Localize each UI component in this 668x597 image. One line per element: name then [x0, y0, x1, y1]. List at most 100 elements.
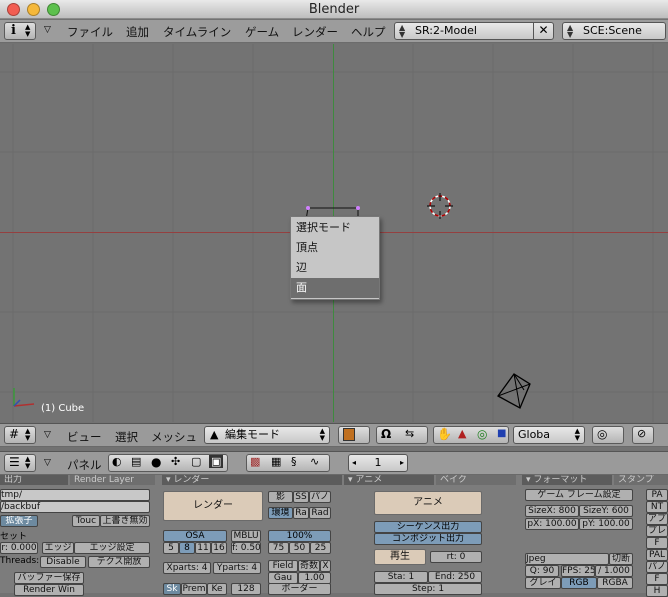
- percent-size-75[interactable]: 75: [268, 542, 289, 554]
- arrow-right-icon[interactable]: ▸: [400, 455, 404, 471]
- tab-render[interactable]: ▾ レンダー: [162, 475, 342, 485]
- envmap-toggle[interactable]: 環境: [268, 507, 293, 519]
- output-path-field[interactable]: tmp/: [0, 489, 150, 501]
- crop-toggle[interactable]: 切断: [609, 553, 633, 565]
- anim-button[interactable]: アニメ: [374, 491, 482, 515]
- aspect-x-field[interactable]: pX: 100.00: [525, 518, 579, 530]
- proportional-edit-button[interactable]: ◎: [592, 426, 624, 444]
- preset-pal[interactable]: PA: [646, 489, 668, 501]
- tab-output[interactable]: 出力: [0, 475, 68, 485]
- rgb-toggle[interactable]: RGB: [561, 577, 597, 589]
- edge-settings-button[interactable]: エッジ設定: [74, 542, 150, 554]
- scene-icon[interactable]: ▣: [209, 455, 224, 468]
- menu-game[interactable]: ゲーム: [245, 24, 279, 40]
- xparts-field[interactable]: Xparts: 4: [163, 562, 211, 574]
- view-lock-button[interactable]: ⊘: [632, 426, 654, 444]
- ray-toggle[interactable]: Ra: [293, 507, 309, 519]
- osa-5[interactable]: 5: [163, 542, 179, 554]
- script-icon[interactable]: ▤: [131, 455, 141, 468]
- rotate-icon[interactable]: ◎: [477, 427, 487, 441]
- game-frame-settings-button[interactable]: ゲーム フレーム設定: [525, 489, 633, 501]
- size-128-field[interactable]: 128: [231, 583, 261, 595]
- rt-field[interactable]: rt: 0: [430, 551, 482, 563]
- sss-toggle[interactable]: SS: [293, 491, 309, 503]
- osa-16[interactable]: 16: [211, 542, 227, 554]
- tab-anim[interactable]: ▾ アニメ: [344, 475, 434, 485]
- preset-f2[interactable]: F: [646, 573, 668, 585]
- aspect-y-field[interactable]: pY: 100.00: [579, 518, 633, 530]
- extensions-toggle[interactable]: 拡張子: [0, 515, 38, 527]
- preset-default[interactable]: アプ: [646, 513, 668, 525]
- translate-icon[interactable]: ▲: [458, 427, 466, 440]
- render-icon[interactable]: ▩: [250, 455, 260, 468]
- preset-ntsc[interactable]: NT: [646, 501, 668, 513]
- hand-icon[interactable]: ✋: [437, 427, 452, 441]
- percent-size-25[interactable]: 25: [310, 542, 331, 554]
- menu-view[interactable]: ビュー: [67, 429, 102, 445]
- field-toggle[interactable]: Field: [268, 560, 298, 572]
- save-buffers-button[interactable]: バッファー保存: [14, 572, 84, 584]
- size-x-field[interactable]: SizeX: 800: [525, 505, 579, 517]
- no-overwrite-toggle[interactable]: 上書き無効: [100, 515, 150, 527]
- tab-bake[interactable]: ベイク: [436, 475, 516, 485]
- step-field[interactable]: Step: 1: [374, 583, 482, 595]
- quality-field[interactable]: Q: 90: [525, 565, 559, 577]
- menu-mesh[interactable]: メッシュ: [151, 429, 197, 445]
- render-window-select[interactable]: Render Win: [14, 584, 84, 596]
- select-mode-vertex[interactable]: 頂点: [291, 238, 379, 258]
- edge-intensity-field[interactable]: r: 0.000: [0, 542, 38, 554]
- preset-pal169[interactable]: PAL: [646, 549, 668, 561]
- menu-add[interactable]: 追加: [126, 24, 149, 40]
- editing-icon[interactable]: ▢: [191, 455, 201, 468]
- file-format-select[interactable]: Jpeg: [525, 553, 609, 565]
- arrow-left-icon[interactable]: ◂: [352, 455, 356, 471]
- menu-timeline[interactable]: タイムライン: [163, 24, 231, 40]
- tab-stamp[interactable]: スタンプ: [614, 475, 668, 485]
- frame-number-field[interactable]: ◂ 1 ▸: [348, 454, 408, 472]
- scale-icon[interactable]: ■: [497, 428, 506, 439]
- scene-selector[interactable]: ▲ ▼ SCE:Scene: [562, 22, 666, 40]
- editor-type-button[interactable]: # ▲ ▼: [4, 426, 36, 444]
- menu-render[interactable]: レンダー: [292, 24, 338, 40]
- sky-toggle[interactable]: Sk: [163, 583, 181, 595]
- wave-icon[interactable]: ∿: [310, 455, 319, 468]
- context-buttons[interactable]: ◐ ▤ ● ✣ ▢ ▣: [108, 454, 228, 472]
- collapse-header-icon[interactable]: ▽: [44, 458, 51, 468]
- border-toggle[interactable]: ボーダー: [268, 583, 331, 595]
- camera-object-icon[interactable]: [494, 370, 538, 410]
- fps-field[interactable]: FPS: 25: [561, 565, 595, 577]
- shading-icon[interactable]: ●: [151, 455, 161, 469]
- preset-f1[interactable]: F: [646, 537, 668, 549]
- scene-subcontext-buttons[interactable]: ▩ ▦ § ∿: [246, 454, 330, 472]
- touch-toggle[interactable]: Touc: [72, 515, 100, 527]
- play-button[interactable]: 再生: [374, 549, 426, 565]
- select-mode-face[interactable]: 面: [291, 278, 379, 298]
- key-toggle[interactable]: Ke: [207, 583, 227, 595]
- pivot-button[interactable]: Ω ⇆: [376, 426, 428, 444]
- mode-selector[interactable]: ▲ 編集モード ▲ ▼: [204, 426, 330, 444]
- bw-toggle[interactable]: グレイ: [525, 577, 561, 589]
- render-button[interactable]: レンダー: [163, 491, 263, 521]
- anim-icon[interactable]: ▦: [271, 455, 281, 468]
- menu-help[interactable]: ヘルプ: [351, 24, 386, 40]
- blur-factor-field[interactable]: f: 0.50: [231, 542, 261, 554]
- screen-selector[interactable]: ▲ ▼ SR:2-Model ✕: [394, 22, 554, 40]
- backbuf-path-field[interactable]: /backbuf: [0, 501, 150, 513]
- menu-select[interactable]: 選択: [115, 429, 138, 445]
- preset-pano[interactable]: パノ: [646, 561, 668, 573]
- threads-disable-button[interactable]: Disable: [40, 556, 86, 568]
- close-icon[interactable]: ✕: [533, 22, 553, 40]
- edge-toggle[interactable]: エッジ: [42, 542, 74, 554]
- osa-8[interactable]: 8: [179, 542, 195, 554]
- draw-type-button[interactable]: [338, 426, 370, 444]
- orientation-selector[interactable]: Globa ▲ ▼: [513, 426, 585, 444]
- manipulator-group[interactable]: ✋ ▲ ◎ ■: [433, 426, 509, 444]
- odd-toggle[interactable]: 奇数: [298, 560, 320, 572]
- pano-toggle[interactable]: パノ: [309, 491, 331, 503]
- editor-type-button-2[interactable]: ☰ ▲ ▼: [4, 454, 36, 472]
- percent-size-100[interactable]: 100%: [268, 530, 331, 542]
- radiosity-toggle[interactable]: Rad: [309, 507, 331, 519]
- info-window-type-button[interactable]: i ▲ ▼: [4, 22, 36, 40]
- tex-free-button[interactable]: テクス開放: [88, 556, 150, 568]
- collapse-header-icon[interactable]: ▽: [44, 430, 51, 440]
